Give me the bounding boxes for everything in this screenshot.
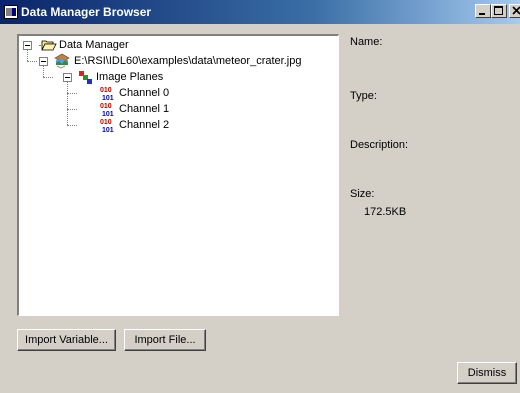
title-bar[interactable]: Data Manager Browser [0,0,520,24]
tree-node-label: Channel 1 [119,103,170,115]
svg-text:010: 010 [100,119,112,126]
folder-open-icon [41,40,57,51]
app-icon [4,5,18,19]
tree-node-label: Channel 0 [119,87,170,99]
tree-node-label: Data Manager [59,39,129,51]
tree-node-channel[interactable]: 010 101 Channel 1 [19,101,319,117]
dismiss-button[interactable]: Dismiss [457,362,517,384]
collapse-toggle[interactable] [63,73,72,82]
type-label: Type: [350,90,377,102]
tree-node-label: Channel 2 [119,119,170,131]
import-variable-button[interactable]: Import Variable... [17,329,116,351]
svg-text:010: 010 [100,103,112,110]
name-label: Name: [350,36,383,48]
maximize-button[interactable] [491,4,507,18]
size-label: Size: [350,188,375,200]
minimize-icon [479,13,485,15]
import-file-button[interactable]: Import File... [124,329,206,351]
description-label: Description: [350,139,409,151]
tree-node-data-manager[interactable]: Data Manager [19,37,319,53]
collapse-toggle[interactable] [39,57,48,66]
tree-node-label: Image Planes [96,71,164,83]
close-icon [512,6,520,15]
data-tree[interactable]: Data Manager E:\RSI\IDL60\examples\data\… [17,34,339,316]
svg-text:010: 010 [100,87,112,94]
size-value: 172.5KB [364,206,407,218]
svg-text:101: 101 [102,127,114,133]
tree-node-channel[interactable]: 010 101 Channel 0 [19,85,319,101]
image-file-icon [54,53,70,69]
binary-data-icon: 010 101 [100,87,114,101]
close-button[interactable] [509,4,520,18]
binary-data-icon: 010 101 [100,103,114,117]
tree-node-file[interactable]: E:\RSI\IDL60\examples\data\meteor_crater… [19,53,338,69]
image-planes-icon [79,71,92,84]
tree-node-label: E:\RSI\IDL60\examples\data\meteor_crater… [74,55,302,67]
tree-node-image-planes[interactable]: Image Planes [19,69,319,85]
tree-node-channel[interactable]: 010 101 Channel 2 [19,117,319,133]
binary-data-icon: 010 101 [100,119,114,133]
window-title: Data Manager Browser [21,5,152,19]
collapse-toggle[interactable] [23,41,32,50]
maximize-icon [494,6,503,15]
minimize-button[interactable] [475,4,491,18]
